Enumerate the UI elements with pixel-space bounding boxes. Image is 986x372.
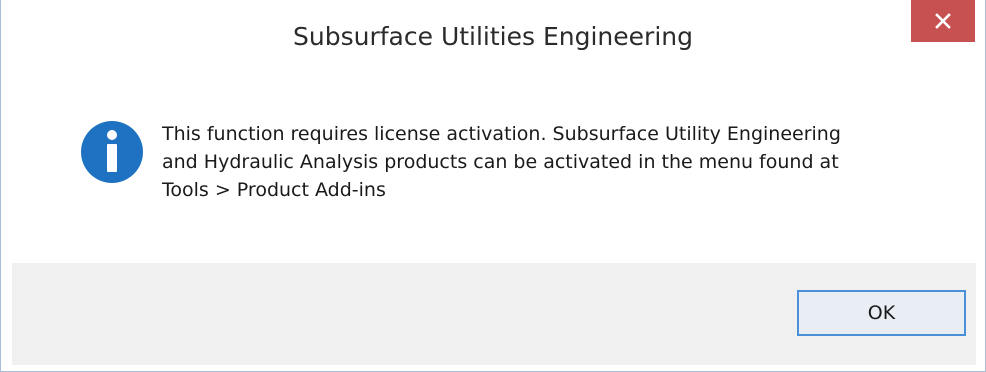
message-line: This function requires license activatio… xyxy=(162,123,841,145)
dialog-window: Subsurface Utilities Engineering This fu… xyxy=(0,0,986,372)
message-text: This function requires license activatio… xyxy=(162,120,952,204)
dialog-content: This function requires license activatio… xyxy=(12,80,976,365)
title-bar[interactable]: Subsurface Utilities Engineering xyxy=(1,0,985,80)
info-icon xyxy=(81,121,143,183)
close-icon xyxy=(935,13,951,29)
button-bar: OK xyxy=(12,263,976,365)
message-line: and Hydraulic Analysis products can be a… xyxy=(162,151,839,173)
ok-button[interactable]: OK xyxy=(797,290,966,336)
close-button[interactable] xyxy=(911,0,975,42)
message-line: Tools > Product Add-ins xyxy=(162,179,386,201)
window-title: Subsurface Utilities Engineering xyxy=(293,22,693,51)
